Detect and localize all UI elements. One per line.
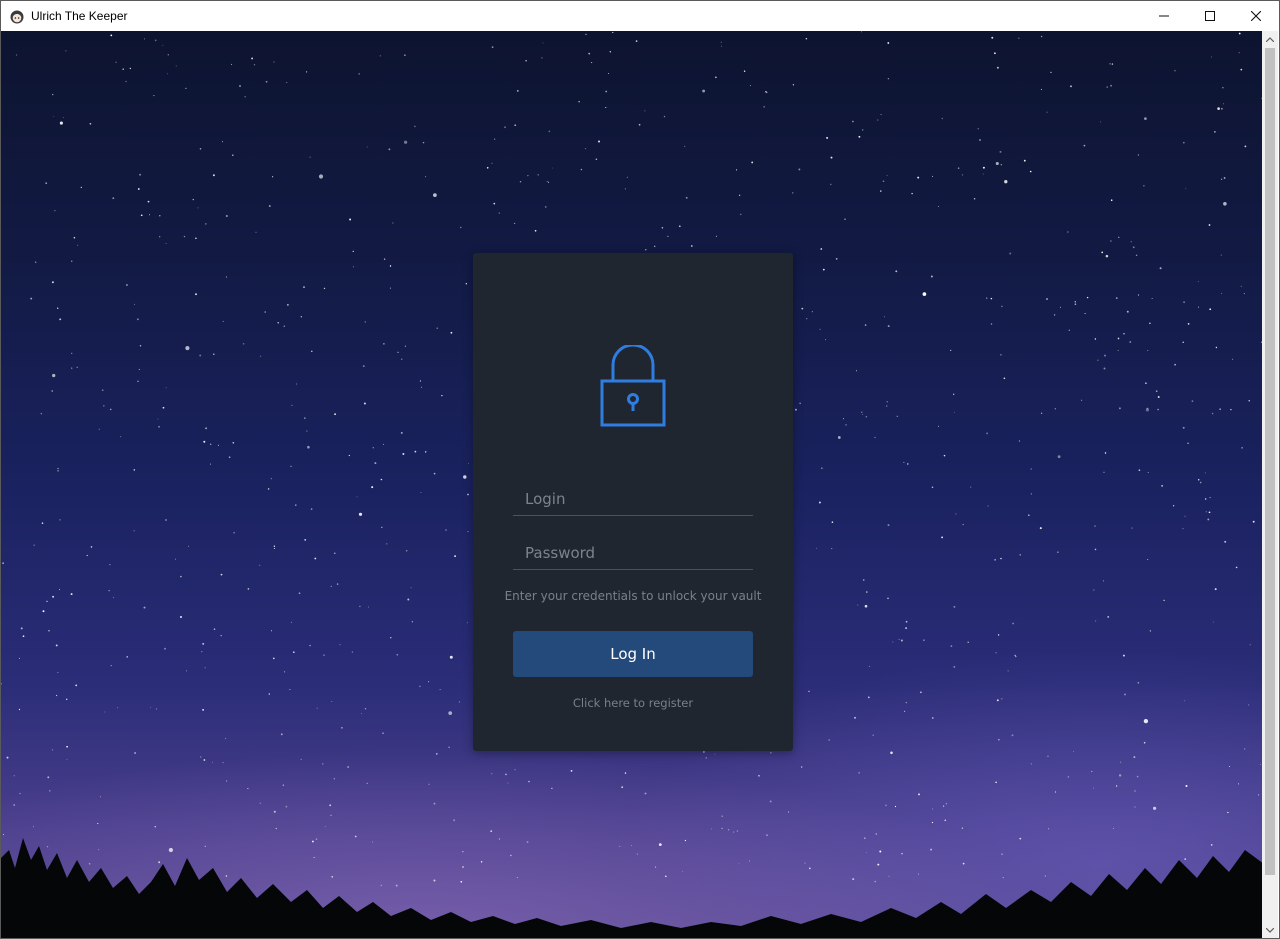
login-input[interactable] bbox=[513, 483, 753, 515]
treeline-silhouette bbox=[1, 838, 1264, 938]
scroll-up-icon bbox=[1266, 36, 1274, 42]
scroll-down-icon bbox=[1266, 927, 1274, 933]
maximize-button[interactable] bbox=[1187, 1, 1233, 31]
window-title: Ulrich The Keeper bbox=[31, 9, 128, 23]
minimize-icon bbox=[1159, 15, 1169, 17]
window-controls bbox=[1141, 1, 1279, 31]
login-card: Enter your credentials to unlock your va… bbox=[473, 253, 793, 751]
scroll-up-button[interactable] bbox=[1262, 31, 1278, 47]
maximize-icon bbox=[1205, 11, 1215, 21]
close-icon bbox=[1251, 11, 1261, 21]
password-field bbox=[513, 537, 753, 570]
log-in-button[interactable]: Log In bbox=[513, 631, 753, 677]
password-input[interactable] bbox=[513, 537, 753, 569]
lock-icon bbox=[600, 345, 666, 427]
app-window: Ulrich The Keeper Login Enter your crede… bbox=[0, 0, 1280, 939]
login-field bbox=[513, 483, 753, 516]
scroll-down-button[interactable] bbox=[1262, 922, 1278, 938]
register-link[interactable]: Click here to register bbox=[473, 696, 793, 710]
credentials-hint: Enter your credentials to unlock your va… bbox=[504, 589, 762, 603]
app-avatar-icon bbox=[10, 9, 24, 24]
title-bar[interactable]: Ulrich The Keeper bbox=[1, 1, 1279, 31]
vertical-scrollbar[interactable] bbox=[1262, 31, 1278, 938]
close-button[interactable] bbox=[1233, 1, 1279, 31]
minimize-button[interactable] bbox=[1141, 1, 1187, 31]
scrollbar-thumb[interactable] bbox=[1265, 48, 1275, 875]
